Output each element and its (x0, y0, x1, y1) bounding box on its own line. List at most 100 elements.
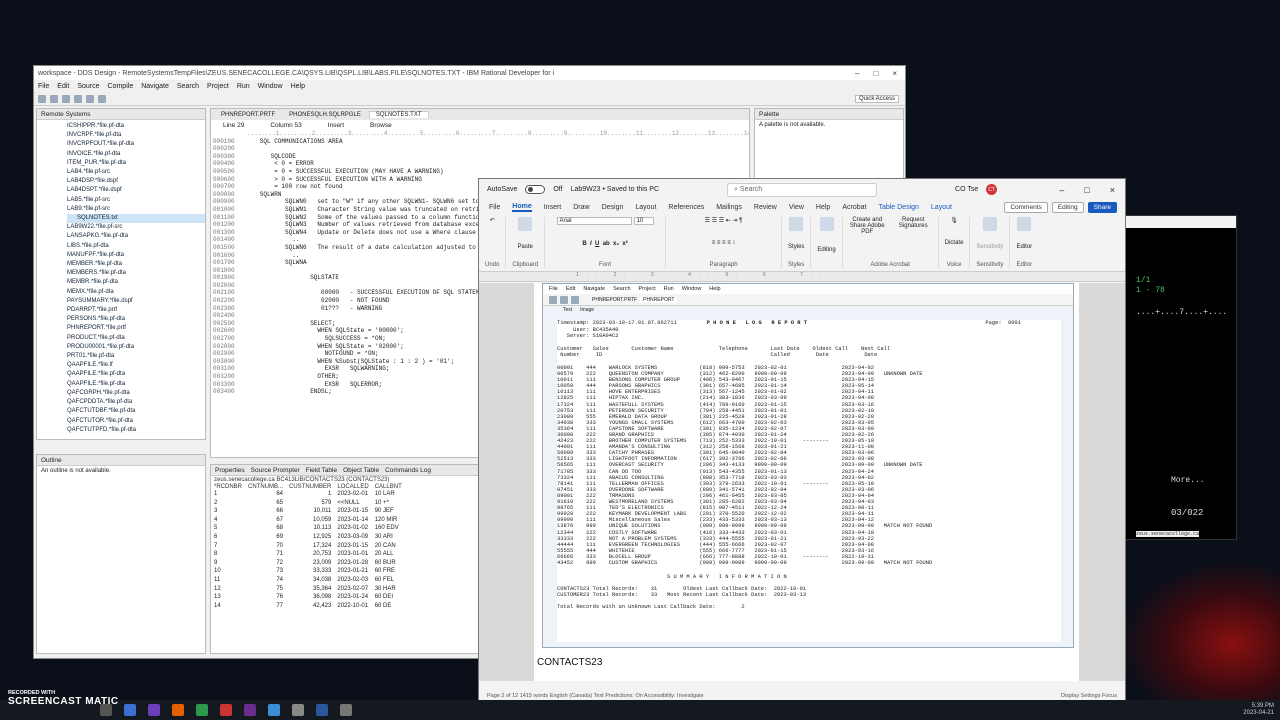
tree-item[interactable]: PDARRPT.*file.prtf (67, 306, 205, 315)
terminal-window[interactable]: 1/1 1 - 78 ....+....7....+.... More... 0… (1125, 215, 1237, 540)
table-row[interactable]: 2 65 579 <<NULL 10 +* (211, 499, 405, 508)
print-icon[interactable] (62, 94, 70, 103)
tree-item[interactable]: LANSAPKG.*file.pf-dta (67, 232, 205, 241)
word-tab-insert[interactable]: Insert (544, 204, 562, 211)
tree-item[interactable]: INVCRPFOUT.*file.pf-dta (67, 140, 205, 149)
sensitivity-button[interactable]: Sensitivity (976, 244, 1003, 250)
search-icon[interactable] (98, 94, 106, 103)
document-page[interactable]: File Edit Navigate Search Project Run Window He… (534, 283, 1079, 681)
menu-source[interactable]: Source (77, 83, 99, 90)
bottom-tab[interactable]: Object Table (343, 467, 379, 474)
table-row[interactable]: 10 73 33,333 2023-01-21 60 FRE (211, 567, 405, 576)
tree-item[interactable]: QAFCPDDTA.*file.pf-dta (67, 398, 205, 407)
tree-item[interactable]: ICSHIPPR.*file.pf-dta (67, 122, 205, 131)
code-line[interactable]: 000200 (213, 145, 749, 153)
tree-item[interactable]: LAB5.*file.pf-src (67, 196, 205, 205)
word-window[interactable]: AutoSave Off Lab9W23 • Saved to this PC … (478, 178, 1126, 703)
editing-mode-button[interactable]: Editing (1051, 201, 1084, 213)
terminal-titlebar[interactable] (1126, 216, 1236, 228)
tree-item[interactable]: QAFCGRPH.*file.pf-dta (67, 389, 205, 398)
paste-icon[interactable] (518, 217, 533, 231)
avatar[interactable]: CT (986, 184, 998, 195)
new-icon[interactable] (38, 94, 46, 103)
word-tab-draw[interactable]: Draw (573, 204, 589, 211)
tree-item[interactable]: LAB9.*file.pf-src (67, 205, 205, 214)
menu-run[interactable]: Run (237, 83, 250, 90)
menu-edit[interactable]: Edit (57, 83, 69, 90)
word-tab-layout[interactable]: Layout (931, 204, 952, 211)
word-titlebar[interactable]: AutoSave Off Lab9W23 • Saved to this PC … (479, 179, 1125, 200)
menu-project[interactable]: Project (207, 83, 229, 90)
tree-item[interactable]: MANUFPF.*file.pf-dta (67, 251, 205, 260)
word-tab-acrobat[interactable]: Acrobat (842, 204, 866, 211)
table-row[interactable]: 9 72 23,009 2023-01-28 60 BUR (211, 559, 405, 568)
table-row[interactable]: 4 67 10,059 2023-01-14 120 MIR (211, 516, 405, 525)
word-tab-design[interactable]: Design (602, 204, 624, 211)
code-line[interactable]: 000300 SQLCODE (213, 153, 749, 161)
minimize-icon[interactable]: – (855, 69, 859, 78)
comments-button[interactable]: Comments (1004, 201, 1048, 213)
chrome-icon[interactable] (196, 704, 208, 716)
table-row[interactable]: 11 74 34,038 2023-02-03 60 FEL (211, 576, 405, 585)
tab-phonesqlh[interactable]: PHONESQLH.SQLRPGLE (283, 112, 367, 118)
tree-item[interactable]: QAFCTUTOR.*file.pf-dta (67, 417, 205, 426)
onenote-icon[interactable] (244, 704, 256, 716)
table-row[interactable]: 3 66 10,011 2023-01-15 90 JEF (211, 507, 405, 516)
tree-item[interactable]: PRODUCT.*file.pf-dta (67, 334, 205, 343)
menu-help[interactable]: Help (291, 83, 305, 90)
tree-item[interactable]: ITEM_PUR.*file.pf-dta (67, 159, 205, 168)
minimize-icon[interactable]: – (1059, 185, 1064, 195)
code-line[interactable]: 000500 = 0 = SUCCESSFUL EXECUTION (MAY H… (213, 168, 749, 176)
microphone-icon[interactable]: 🎙 (950, 217, 958, 224)
tree-item[interactable]: MEMBERS.*file.pf-dta (67, 269, 205, 278)
vs-icon[interactable] (148, 704, 160, 716)
word-tab-home[interactable]: Home (512, 203, 532, 212)
tree-item[interactable]: PERSONS.*file.pf-dta (67, 315, 205, 324)
bottom-tab[interactable]: Source Prompter (251, 467, 300, 474)
font-format-buttons[interactable]: B I U ab x₂ x² (582, 241, 627, 247)
styles-button[interactable]: Styles (788, 244, 804, 250)
table-row[interactable]: 14 77 42,423 2022-10-01 60 DE (211, 602, 405, 611)
code-line[interactable]: 000100 SQL COMMUNICATIONS AREA (213, 138, 749, 146)
search-box[interactable]: ⌕ Search (727, 182, 878, 197)
editor-button[interactable]: Editor (1016, 244, 1032, 250)
outline-tab[interactable]: Outline (41, 457, 62, 464)
tree-item[interactable]: PRODU00001.*file.pf-dta (67, 343, 205, 352)
rdi-titlebar[interactable]: workspace - DDS Design - RemoteSystemsTe… (34, 66, 905, 80)
word-tab-help[interactable]: Help (816, 204, 830, 211)
tree-item[interactable]: MEMBER.*file.pf-dta (67, 260, 205, 269)
table-row[interactable]: 13 76 36,098 2023-01-24 60 DEI (211, 593, 405, 602)
tree-item[interactable]: PAYSUMMARY.*file.dspf (67, 297, 205, 306)
app-icon[interactable] (340, 704, 352, 716)
word-tab-view[interactable]: View (789, 204, 804, 211)
word-tab-review[interactable]: Review (754, 204, 777, 211)
save-icon[interactable] (50, 94, 58, 103)
paste-button[interactable]: Paste (518, 244, 533, 250)
menu-window[interactable]: Window (258, 83, 283, 90)
run-icon[interactable] (74, 94, 82, 103)
tree-item[interactable]: INVCRPF.*file.pf-dta (67, 131, 205, 140)
list-buttons[interactable]: ☰ ☰ ☰ ⇤ ⇥ ¶ (705, 217, 743, 224)
code-line[interactable]: 000400 < 0 = ERROR (213, 160, 749, 168)
tree-item[interactable]: QAFCTUTPFD.*file.pf-dta (67, 426, 205, 435)
undo-icon[interactable]: ↶ (490, 217, 495, 224)
tree-item[interactable]: QAFCTUTDBF.*file.pf-dta (67, 407, 205, 416)
autosave-toggle[interactable] (525, 185, 546, 194)
tree-item[interactable]: LAB4DSP.*file.dspf (67, 177, 205, 186)
close-icon[interactable]: × (892, 69, 897, 78)
tree-item[interactable]: PRT01.*file.pf-dta (67, 352, 205, 361)
table-row[interactable]: 12 75 35,364 2023-02-07 30 HAR (211, 585, 405, 594)
dictate-button[interactable]: Dictate (945, 240, 964, 246)
firefox-icon[interactable] (172, 704, 184, 716)
close-icon[interactable]: × (1110, 185, 1115, 195)
table-row[interactable]: 7 70 17,324 2023-01-15 20 CAN (211, 542, 405, 551)
word-icon[interactable] (316, 704, 328, 716)
bottom-tab[interactable]: Properties (215, 467, 245, 474)
quick-access-button[interactable]: Quick Access (854, 94, 899, 103)
bottom-tab[interactable]: Field Table (306, 467, 337, 474)
styles-icon[interactable] (789, 217, 804, 231)
word-tab-table-design[interactable]: Table Design (878, 204, 918, 211)
clock[interactable]: 5:39 PM 2023-04-21 (1243, 703, 1280, 717)
tree-item[interactable]: QAAPFILE.*file.pf-dta (67, 370, 205, 379)
menu-file[interactable]: File (38, 83, 49, 90)
